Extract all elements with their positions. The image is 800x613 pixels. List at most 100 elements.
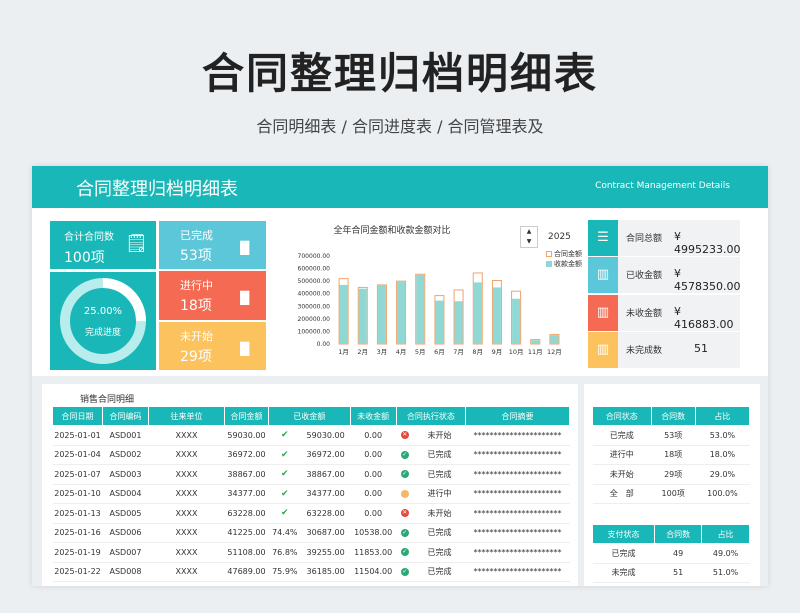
x-tick-label: 2月	[357, 348, 368, 356]
cell-status-dot: ✓	[396, 445, 414, 465]
col-header-contract-count: 合同数	[650, 406, 696, 426]
sales-detail-title: 销售合同明细	[80, 395, 135, 405]
table-cell: 已完成	[592, 543, 655, 564]
col-header-amount: 合同金额	[224, 406, 269, 426]
status-dot-icon: ✓	[400, 450, 409, 459]
chart-title: 全年合同金额和收款金额对比	[333, 226, 451, 236]
contract-status-table: 合同状态 合同数 占比 已完成 53项 53.0% 进行中 18项 18.0% 未开始 29项…	[592, 406, 751, 504]
cell-received: 36972.00	[301, 445, 351, 465]
table-header-row: 支付状态 合同数 占比	[591, 524, 750, 544]
dashboard-sheet: 合同整理归档明细表 Contract Management Details 合计…	[32, 166, 768, 586]
card-unpaid-amount-value: ¥ 416883.00	[674, 305, 734, 331]
cell-amount: 34377.00	[224, 484, 269, 504]
table-cell: 53.0%	[695, 425, 750, 446]
table-row: 2025-01-16 ASD006 XXXX 41225.00 74.4% 30687.0…	[52, 523, 570, 543]
col-header-unpaid: 未收金额	[349, 406, 397, 426]
card-received-amount-value: ¥ 4578350.00	[674, 267, 741, 293]
cell-summary: **********************	[465, 523, 570, 543]
bar-received-amount	[416, 274, 425, 344]
stat-inprogress-value: 18项	[180, 298, 212, 314]
status-dot-icon: ✕	[400, 509, 409, 518]
table-cell: 51.0%	[701, 563, 750, 583]
cell-code: ASD007	[102, 542, 149, 563]
cell-unpaid: 11504.00	[350, 562, 397, 582]
cell-summary: **********************	[465, 445, 570, 465]
status-dot-icon: ✓	[400, 567, 409, 576]
cell-received: 38867.00	[301, 464, 351, 485]
card-unfinished-count-value: 51	[694, 342, 708, 355]
sheet-banner: 合同整理归档明细表 Contract Management Details	[32, 166, 768, 208]
year-spinner[interactable]: ▲ ▼	[520, 226, 538, 248]
col-header-date: 合同日期	[52, 406, 103, 426]
table-row: 2025-01-13 ASD005 XXXX 63228.00 ✔ 63228.00 0.0…	[52, 503, 570, 524]
y-tick-label: 300000.00	[298, 303, 331, 310]
page-title: 合同整理归档明细表	[201, 49, 598, 98]
bar-received-amount	[358, 288, 367, 344]
card-unpaid-amount-label: 未收金额	[626, 309, 663, 319]
progress-label: 完成进度	[84, 328, 121, 338]
cell-received: 34377.00	[301, 484, 351, 504]
cell-status: 未开始	[413, 503, 466, 524]
cell-status: 已完成	[413, 562, 466, 582]
money-stack-icon: ☰	[588, 220, 618, 256]
chart-year: 2025	[548, 232, 571, 242]
cell-unit: XXXX	[148, 562, 225, 582]
x-tick-label: 8月	[472, 348, 483, 356]
table-cell: 49.0%	[701, 543, 750, 564]
x-tick-label: 9月	[492, 348, 503, 356]
progress-donut-card: 25.00% 完成进度	[50, 272, 156, 370]
cell-received: 59030.00	[301, 425, 351, 446]
cell-amount: 38867.00	[224, 464, 269, 485]
col-header-contract-status: 合同状态	[592, 406, 652, 426]
cell-summary: **********************	[465, 484, 570, 504]
cell-date: 2025-01-13	[52, 503, 103, 524]
check-icon: ✔	[281, 430, 289, 441]
cell-summary: **********************	[465, 542, 570, 563]
y-tick-label: 200000.00	[298, 316, 331, 323]
card-total-amount-label: 合同总额	[626, 234, 663, 244]
table-row: 2025-01-10 ASD004 XXXX 34377.00 ✔ 34377.00 0.0…	[52, 484, 570, 504]
cell-received-pct: ✔	[268, 484, 302, 504]
cell-code: ASD005	[102, 503, 149, 524]
table-row: 已完成 53项 53.0%	[592, 425, 750, 446]
cell-status: 已完成	[413, 542, 466, 563]
cell-summary: **********************	[465, 425, 570, 446]
cell-unpaid: 0.00	[350, 445, 397, 465]
year-up-arrow-icon[interactable]: ▲	[521, 227, 537, 237]
table-row: 未开始 29项 29.0%	[592, 464, 750, 485]
cell-status-dot: ✕	[396, 425, 414, 446]
total-contracts-card: 合计合同数 100项 🗒	[50, 221, 156, 269]
cell-code: ASD004	[102, 484, 149, 504]
card-received-amount: ▥ 已收金额 ¥ 4578350.00	[588, 257, 740, 293]
cell-unit: XXXX	[148, 542, 225, 563]
year-down-arrow-icon[interactable]: ▼	[521, 237, 537, 247]
chart-icon: ▥	[588, 295, 618, 331]
cell-status-dot	[396, 484, 414, 504]
cell-status: 已完成	[413, 464, 466, 485]
cell-date: 2025-01-04	[52, 445, 103, 465]
cell-code: ASD006	[102, 523, 149, 543]
contract-vs-received-chart: 0.00 100000.00 200000.00 300000.00 400000.00…	[298, 253, 562, 356]
bar-received-amount	[435, 300, 444, 344]
cell-summary: **********************	[465, 503, 570, 524]
cell-status: 进行中	[413, 484, 466, 504]
table-row: 已完成 49 49.0%	[592, 543, 750, 564]
cell-amount: 63228.00	[224, 503, 269, 524]
cell-amount: 41225.00	[224, 523, 269, 543]
col-header-pay-count: 合同数	[654, 524, 703, 544]
col-header-unit: 往来单位	[148, 406, 225, 426]
cell-received: 30687.00	[301, 523, 351, 543]
table-cell: 29.0%	[695, 464, 750, 485]
bar-received-amount	[473, 282, 482, 344]
page-subtitle: 合同明细表 / 合同进度表 / 合同管理表及	[256, 117, 544, 136]
x-tick-label: 7月	[453, 348, 464, 356]
cell-code: ASD003	[102, 464, 149, 485]
cell-date: 2025-01-22	[52, 562, 103, 582]
bar-received-amount	[339, 284, 348, 344]
cell-unit: XXXX	[148, 464, 225, 485]
cell-received-pct: 74.4%	[268, 523, 302, 543]
col-header-pay-status: 支付状态	[591, 524, 656, 544]
cell-received-pct: 76.8%	[268, 542, 302, 563]
bar-received-amount	[492, 287, 501, 344]
stat-notstarted-label: 未开始	[180, 330, 213, 343]
